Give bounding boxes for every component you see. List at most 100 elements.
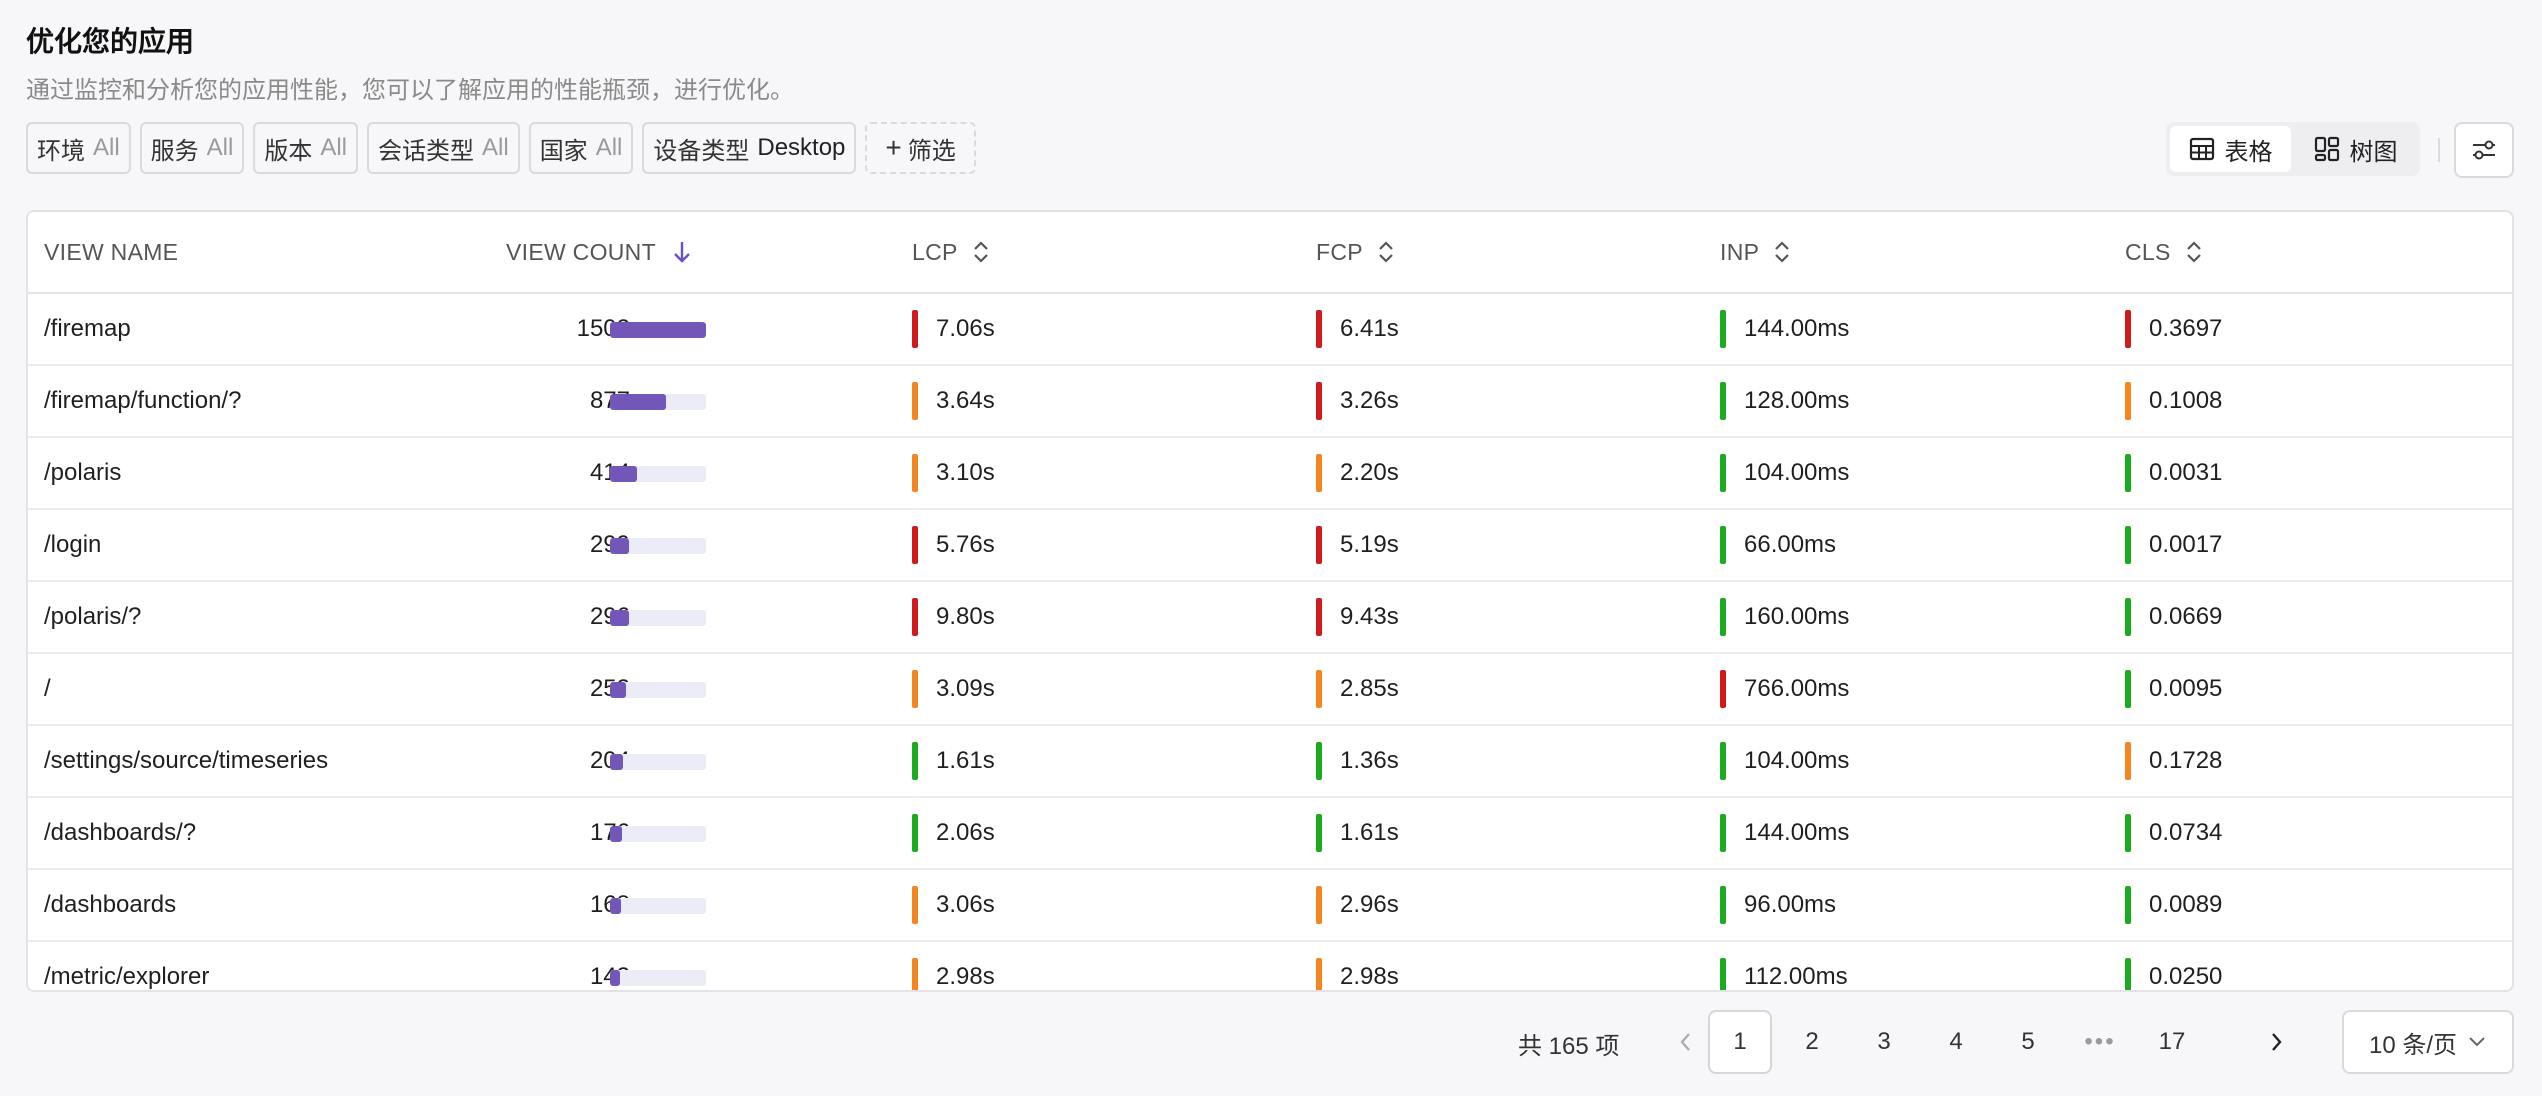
page: 优化您的应用 通过监控和分析您的应用性能，您可以了解应用的性能瓶颈，进行优化。 … (0, 0, 2542, 1096)
view-count-bar (610, 466, 706, 482)
filter-label: 版本 (264, 137, 313, 165)
column-header-lcp[interactable]: LCP (912, 212, 990, 292)
column-header-cls[interactable]: CLS (2125, 212, 2203, 292)
cls-cell: 0.3697 (2125, 294, 2222, 364)
cls-cell: 0.0095 (2125, 654, 2222, 724)
lcp-cell: 2.98s (912, 942, 995, 990)
status-indicator (1720, 814, 1726, 852)
lcp-cell: 2.06s (912, 798, 995, 868)
filter-bar: 环境 All 服务 All 版本 All 会话类型 All 国家 All 设备类型 Desk… (26, 122, 976, 174)
inp-value: 144.00ms (1744, 315, 1850, 342)
column-header-inp[interactable]: INP (1720, 212, 1791, 292)
page-button[interactable]: 4 (1924, 1010, 1988, 1074)
fcp-value: 6.41s (1340, 315, 1399, 342)
cls-cell: 0.1728 (2125, 726, 2222, 796)
column-header-fcp[interactable]: FCP (1316, 212, 1395, 292)
status-indicator (1316, 886, 1322, 924)
lcp-value: 3.06s (936, 891, 995, 918)
column-settings-button[interactable] (2454, 122, 2514, 178)
page-button[interactable]: 5 (1996, 1010, 2060, 1074)
status-indicator (1316, 670, 1322, 708)
table-header: VIEW NAME VIEW COUNT LCP FCP INP CLS (28, 212, 2512, 294)
pagination-total: 共 165 项 (1518, 1033, 1620, 1060)
status-indicator (912, 886, 918, 924)
inp-value: 96.00ms (1744, 891, 1837, 918)
cls-value: 0.0250 (2149, 963, 2223, 990)
inp-value: 160.00ms (1744, 603, 1850, 630)
table-row[interactable]: /metric/explorer1422.98s2.98s112.00ms0.0… (28, 942, 2512, 990)
filter-country[interactable]: 国家 All (528, 122, 634, 174)
page-ellipsis[interactable]: ••• (2068, 1010, 2132, 1074)
table-row[interactable]: /polaris/?2969.80s9.43s160.00ms0.0669 (28, 582, 2512, 654)
cls-cell: 0.0250 (2125, 942, 2223, 990)
inp-cell: 144.00ms (1720, 294, 1849, 364)
page-size-select[interactable]: 10 条/页 (2342, 1010, 2514, 1074)
inp-cell: 766.00ms (1720, 654, 1849, 724)
table-view-button[interactable]: 表格 (2170, 126, 2291, 172)
filter-session-type[interactable]: 会话类型 All (367, 122, 520, 174)
filter-label: 国家 (539, 137, 588, 165)
inp-cell: 66.00ms (1720, 510, 1836, 580)
page-size-label: 10 条/页 (2368, 1031, 2458, 1059)
column-header-view-name[interactable]: VIEW NAME (44, 212, 178, 292)
lcp-cell: 7.06s (912, 294, 995, 364)
view-count-bar (610, 322, 706, 338)
fcp-value: 2.85s (1340, 675, 1399, 702)
page-button[interactable]: 1 (1708, 1010, 1772, 1074)
view-count-bar-fill (610, 610, 630, 626)
table-row[interactable]: /dashboards1683.06s2.96s96.00ms0.0089 (28, 870, 2512, 942)
filter-value: All (93, 134, 120, 161)
pagination: 共 165 项 1 2 3 4 5 ••• 17 10 条/页 (0, 1010, 2542, 1074)
tree-view-button[interactable]: 树图 (2295, 126, 2416, 172)
view-name-cell: /polaris (44, 459, 122, 486)
status-indicator (1316, 598, 1322, 636)
column-header-view-count[interactable]: VIEW COUNT (506, 212, 694, 292)
view-name-cell: /settings/source/timeseries (44, 747, 329, 774)
status-indicator (1720, 598, 1726, 636)
cls-value: 0.0734 (2149, 819, 2223, 846)
inp-value: 766.00ms (1744, 675, 1850, 702)
filter-device-type[interactable]: 设备类型 Desktop (642, 122, 857, 174)
add-filter-button[interactable]: + 筛选 (865, 122, 976, 174)
status-indicator (912, 598, 918, 636)
table-row[interactable]: /polaris4143.10s2.20s104.00ms0.0031 (28, 438, 2512, 510)
lcp-value: 1.61s (936, 747, 995, 774)
inp-cell: 144.00ms (1720, 798, 1849, 868)
table-row[interactable]: /2523.09s2.85s766.00ms0.0095 (28, 654, 2512, 726)
filter-environment[interactable]: 环境 All (26, 122, 131, 174)
inp-cell: 104.00ms (1720, 438, 1849, 508)
sort-icon (1775, 241, 1790, 263)
filter-version[interactable]: 版本 All (253, 122, 359, 174)
lcp-cell: 1.61s (912, 726, 995, 796)
column-label: CLS (2125, 238, 2171, 265)
fcp-cell: 2.98s (1316, 942, 1399, 990)
view-count-bar-fill (610, 322, 706, 338)
next-page-button[interactable] (2244, 1010, 2308, 1074)
status-indicator (912, 454, 918, 492)
view-name-cell: /dashboards (44, 891, 177, 918)
table-row[interactable]: /firemap 1502 7.06s 6.41s 144.00ms 0.3697 (28, 294, 2512, 366)
view-name-cell: /metric/explorer (44, 963, 210, 990)
filter-value: All (595, 134, 623, 161)
view-count-bar (610, 826, 706, 842)
fcp-value: 3.26s (1340, 387, 1399, 414)
cls-value: 0.0089 (2149, 891, 2223, 918)
cls-value: 0.0095 (2149, 675, 2223, 702)
filter-service[interactable]: 服务 All (139, 122, 245, 174)
table-row[interactable]: /login2995.76s5.19s66.00ms0.0017 (28, 510, 2512, 582)
fcp-cell: 5.19s (1316, 510, 1399, 580)
page-button[interactable]: 17 (2140, 1010, 2204, 1074)
status-indicator (2125, 958, 2131, 990)
chevron-down-icon (2469, 1037, 2485, 1047)
page-button[interactable]: 2 (1780, 1010, 1844, 1074)
table-row[interactable]: /settings/source/timeseries2041.61s1.36s… (28, 726, 2512, 798)
table-view-label: 表格 (2224, 138, 2273, 166)
table-row[interactable]: /dashboards/?1762.06s1.61s144.00ms0.0734 (28, 798, 2512, 870)
table-row[interactable]: /firemap/function/?8773.64s3.26s128.00ms… (28, 366, 2512, 438)
lcp-cell: 9.80s (912, 582, 995, 652)
page-button[interactable]: 3 (1852, 1010, 1916, 1074)
lcp-cell: 3.64s (912, 366, 995, 436)
lcp-value: 7.06s (936, 315, 995, 342)
cls-cell: 0.0089 (2125, 870, 2222, 940)
cls-cell: 0.0669 (2125, 582, 2222, 652)
